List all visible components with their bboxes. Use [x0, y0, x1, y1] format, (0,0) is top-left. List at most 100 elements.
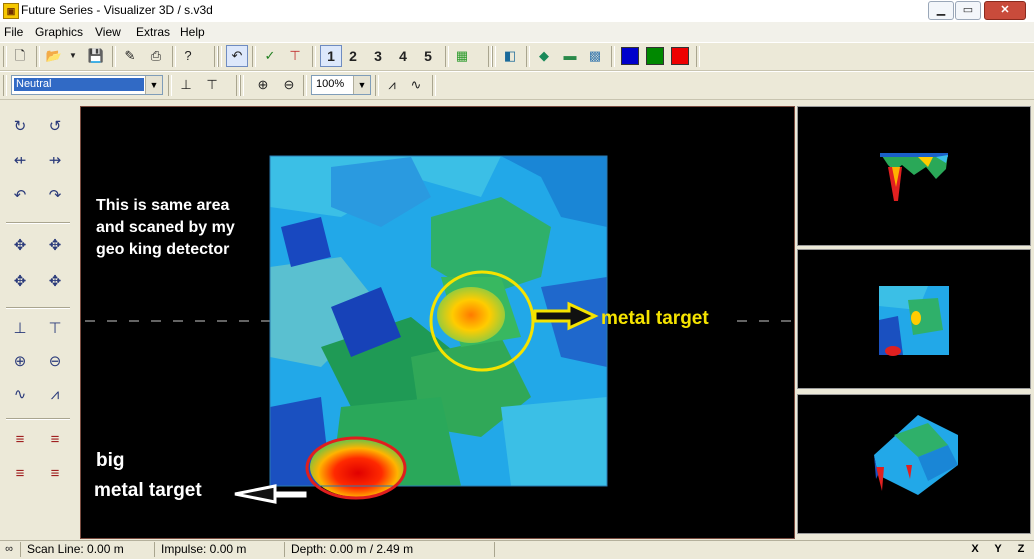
zoom-select-value: 100%: [316, 78, 345, 90]
move-icon[interactable]: ✥: [10, 236, 30, 256]
open-folder-icon[interactable]: 📂: [44, 46, 64, 66]
open-dropdown-icon[interactable]: ▼: [63, 46, 83, 66]
toolbar-separator: [312, 46, 316, 67]
menu-help[interactable]: Help: [180, 25, 205, 39]
check-tool-icon[interactable]: ✓: [260, 46, 280, 66]
amplify-minus-icon[interactable]: ∿: [10, 385, 30, 405]
color-red-button[interactable]: [671, 47, 689, 65]
axis-y-button[interactable]: Y: [988, 542, 1008, 557]
view-5-button[interactable]: 5: [418, 46, 438, 66]
top-view-render: [879, 286, 949, 356]
toolbar-separator: [112, 46, 116, 67]
help-icon[interactable]: ?: [178, 46, 198, 66]
rotate-up-icon[interactable]: ↻: [10, 117, 30, 137]
view-1-button[interactable]: 1: [320, 45, 342, 67]
depth-up-icon[interactable]: ⊤: [45, 319, 65, 339]
window-title: Future Series - Visualizer 3D / s.v3d: [21, 3, 213, 17]
status-impulse: Impulse: 0.00 m: [154, 542, 281, 557]
save-icon[interactable]: 💾: [86, 46, 106, 66]
toolbar-separator: [492, 46, 496, 67]
annotation-big-line1: big: [96, 450, 125, 471]
move-icon[interactable]: ✥: [10, 272, 30, 292]
palette-select[interactable]: Neutral ▼: [11, 75, 163, 95]
annotation-big-line2: metal target: [94, 480, 202, 501]
amplify-minus-icon[interactable]: ∿: [406, 75, 426, 95]
thumbnail-side-view[interactable]: [797, 106, 1031, 246]
menu-extras[interactable]: Extras: [136, 25, 170, 39]
color-green-button[interactable]: [646, 47, 664, 65]
rotate-left-icon[interactable]: ⇷: [10, 151, 30, 171]
thumbnail-top-view[interactable]: [797, 249, 1031, 389]
color-blue-button[interactable]: [621, 47, 639, 65]
view-3-button[interactable]: 3: [368, 46, 388, 66]
undo-icon[interactable]: ↶: [226, 45, 248, 67]
rotate-down-icon[interactable]: ↺: [45, 117, 65, 137]
toolbar-separator: [445, 46, 449, 67]
flip-tool-icon[interactable]: ⊤: [285, 46, 305, 66]
export-icon[interactable]: ✎: [120, 46, 140, 66]
move-icon[interactable]: ✥: [45, 272, 65, 292]
depth-down-icon[interactable]: ⊥: [176, 75, 196, 95]
menu-file[interactable]: File: [4, 25, 23, 39]
amplify-plus-icon[interactable]: ⩘: [382, 75, 402, 95]
map-view-icon[interactable]: ▩: [585, 46, 605, 66]
zoom-select[interactable]: 100% ▼: [311, 75, 371, 95]
menu-graphics[interactable]: Graphics: [35, 25, 83, 39]
toolbar-separator: [696, 46, 700, 67]
toolbar-separator: [168, 75, 172, 96]
surface-view-icon[interactable]: ◆: [534, 46, 554, 66]
close-button[interactable]: ✕: [984, 1, 1026, 20]
maximize-button[interactable]: ▭: [955, 1, 981, 20]
tilt-left-icon[interactable]: ↶: [10, 186, 30, 206]
print-icon[interactable]: ⎙: [146, 46, 166, 66]
menu-view[interactable]: View: [95, 25, 121, 39]
status-empty: [494, 542, 961, 557]
toolbar-separator: [303, 75, 307, 96]
big-metal-target-arrow: [234, 484, 307, 504]
move-icon[interactable]: ✥: [45, 236, 65, 256]
panel-separator: [6, 418, 70, 420]
status-bar: ∞ Scan Line: 0.00 m Impulse: 0.00 m Dept…: [0, 540, 1034, 559]
panel-separator: [6, 222, 70, 224]
toolbar-separator: [3, 46, 7, 67]
palette-select-value: Neutral: [14, 78, 144, 91]
zoom-out-icon[interactable]: ⊖: [279, 75, 299, 95]
layer-left-icon[interactable]: ≡: [10, 464, 30, 484]
title-bar: ▣ Future Series - Visualizer 3D / s.v3d …: [0, 0, 1034, 23]
toolbar-separator: [252, 46, 256, 67]
depth-down-icon[interactable]: ⊥: [10, 319, 30, 339]
depth-up-icon[interactable]: ⊤: [202, 75, 222, 95]
toolbar-separator: [375, 75, 379, 96]
zoom-in-icon[interactable]: ⊕: [10, 352, 30, 372]
top-view-icon[interactable]: ◧: [500, 46, 520, 66]
view-2-button[interactable]: 2: [343, 46, 363, 66]
grid-icon[interactable]: ▦: [452, 46, 472, 66]
view-4-button[interactable]: 4: [393, 46, 413, 66]
tilt-right-icon[interactable]: ↷: [45, 186, 65, 206]
layer-down-icon[interactable]: ≡: [45, 430, 65, 450]
zoom-in-icon[interactable]: ⊕: [253, 75, 273, 95]
minimize-button[interactable]: ▁: [928, 1, 954, 20]
rotate-right-icon[interactable]: ⇸: [45, 151, 65, 171]
zoom-out-icon[interactable]: ⊖: [45, 352, 65, 372]
app-icon: ▣: [3, 3, 19, 19]
layer-right-icon[interactable]: ≡: [45, 464, 65, 484]
chevron-down-icon[interactable]: ▼: [353, 76, 370, 94]
annotation-description: This is same area and scaned by my geo k…: [96, 197, 235, 258]
toolbar-separator: [240, 75, 244, 96]
axis-x-button[interactable]: X: [965, 542, 985, 557]
toolbar-separator: [526, 46, 530, 67]
layer-up-icon[interactable]: ≡: [10, 430, 30, 450]
toolbar-separator: [3, 75, 7, 96]
side-view-icon[interactable]: ▬: [560, 46, 580, 66]
axis-z-button[interactable]: Z: [1011, 542, 1031, 557]
perspective-view-render: [874, 415, 958, 495]
toolbar-separator: [218, 46, 222, 67]
new-file-icon[interactable]: 🗋: [10, 46, 30, 66]
main-toolbar: 🗋 📂 ▼ 💾 ✎ ⎙ ? ↶ ✓ ⊤ 1 2 3 4 5 ▦ ◧ ◆ ▬ ▩: [0, 42, 1034, 71]
annotation-metal-target: metal target: [601, 308, 709, 329]
chevron-down-icon[interactable]: ▼: [145, 76, 162, 94]
amplify-plus-icon[interactable]: ⩘: [45, 385, 65, 405]
thumbnail-3d-view[interactable]: [797, 394, 1031, 534]
main-3d-view[interactable]: This is same area and scaned by my geo k…: [80, 106, 795, 539]
